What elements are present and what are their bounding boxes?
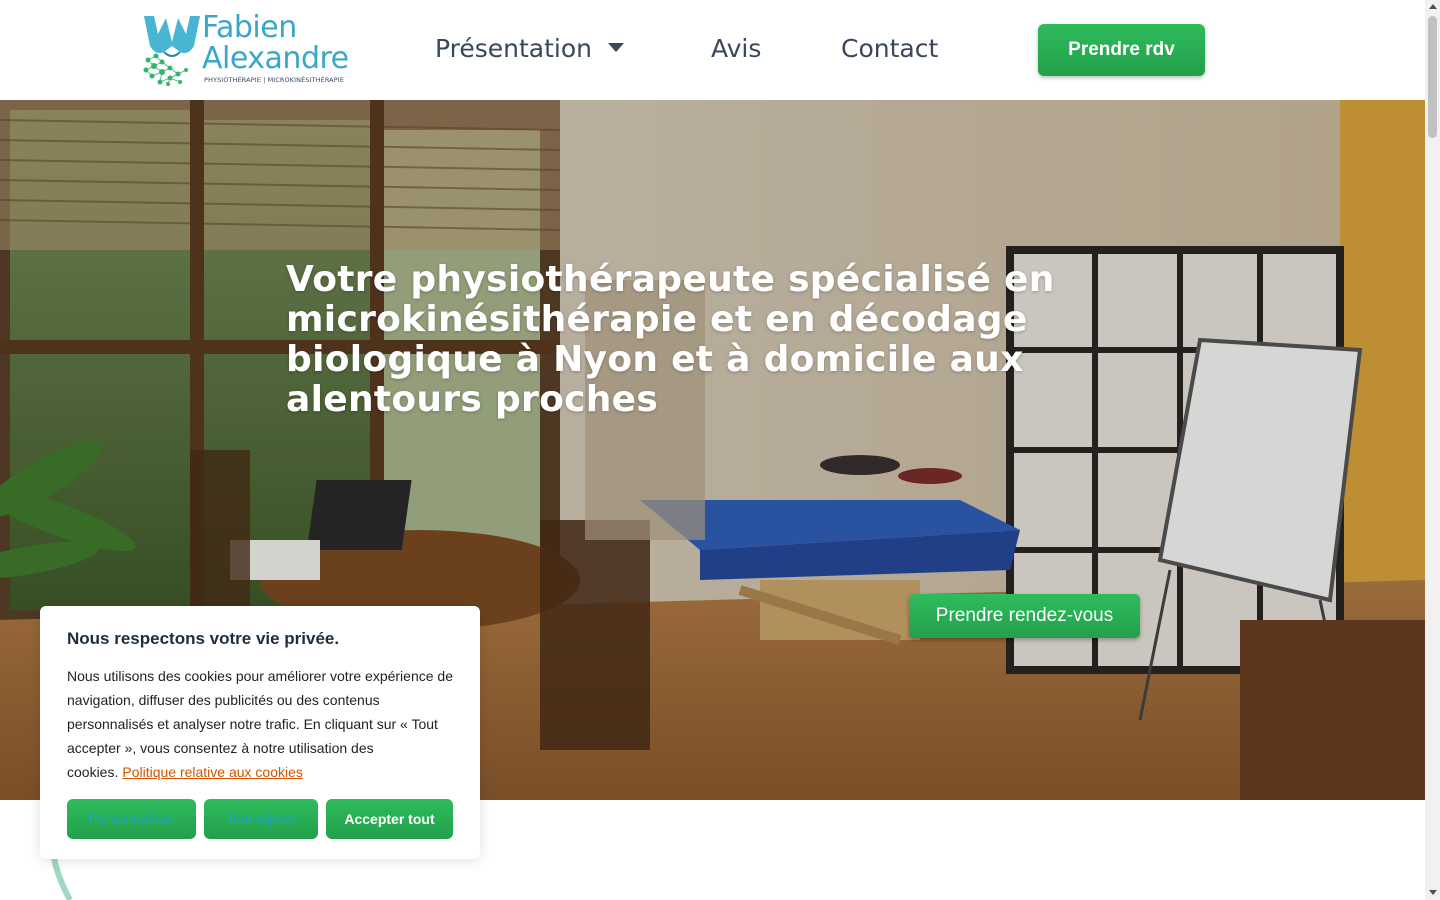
book-appointment-button[interactable]: Prendre rdv [1038,24,1205,76]
reject-all-cookies-button[interactable]: Tout rejeter [204,799,318,839]
book-appointment-hero-button[interactable]: Prendre rendez-vous [909,594,1140,638]
nav-contact[interactable]: Contact [841,34,938,63]
cookie-consent-banner: Nous respectons votre vie privée. Nous u… [40,606,480,859]
site-logo[interactable]: Fabien Alexandre PHYSIOTHÉRAPIE | MICROK… [140,12,365,88]
cookie-banner-text: Nous utilisons des cookies pour améliore… [67,664,459,784]
logo-hands-icon [143,16,200,86]
nav-presentation-label: Présentation [435,34,593,63]
scrollbar-thumb[interactable] [1428,16,1437,138]
nav-presentation[interactable]: Présentation [435,34,625,63]
logo-name-line1: Fabien [202,10,297,45]
page-scrollbar[interactable] [1425,0,1440,900]
cookie-banner-title: Nous respectons votre vie privée. [67,629,340,648]
nav-avis[interactable]: Avis [711,34,761,63]
logo-name: Fabien Alexandre [202,12,349,74]
scroll-down-arrow-icon[interactable] [1429,890,1437,895]
decorative-line [51,858,73,900]
cookie-policy-link[interactable]: Politique relative aux cookies [122,764,303,780]
site-header: Fabien Alexandre PHYSIOTHÉRAPIE | MICROK… [0,0,1425,100]
caret-down-icon [608,42,625,52]
accept-all-cookies-button[interactable]: Accepter tout [326,799,453,839]
logo-name-line2: Alexandre [202,41,349,76]
hero-title: Votre physiothérapeute spécialisé en mic… [286,259,1055,420]
logo-tagline: PHYSIOTHÉRAPIE | MICROKINÉSITHÉRAPIE [204,76,344,84]
customize-cookies-button[interactable]: Personnaliser [67,799,196,839]
scroll-up-arrow-icon[interactable] [1429,4,1437,9]
